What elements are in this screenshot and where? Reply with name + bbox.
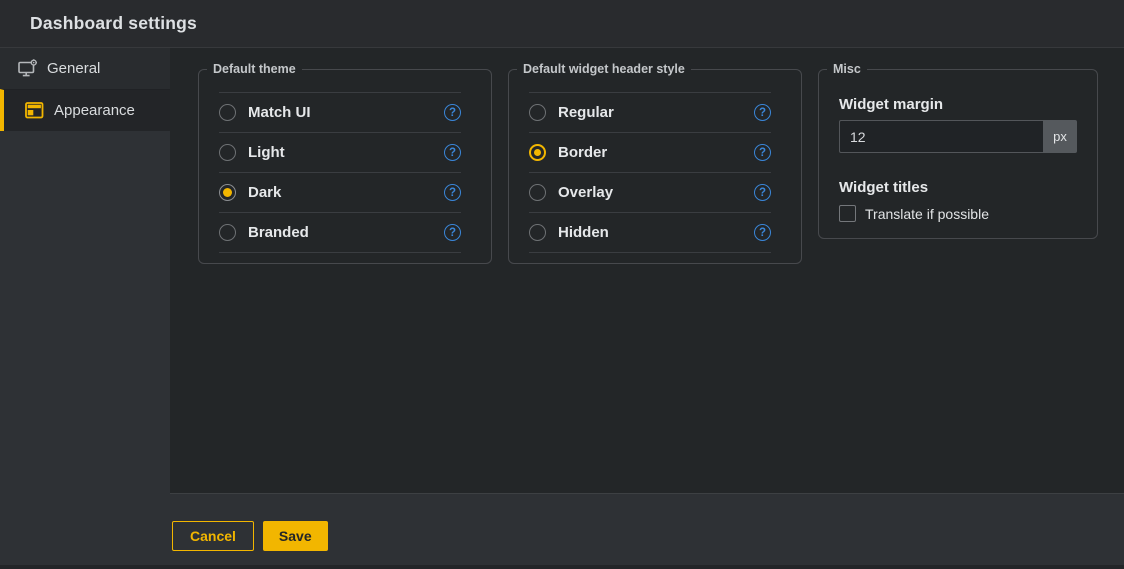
- sidebar-item-general[interactable]: General: [0, 48, 170, 89]
- dialog-title: Dashboard settings: [30, 13, 197, 33]
- translate-checkbox-label: Translate if possible: [865, 205, 989, 222]
- monitor-settings-icon: [17, 59, 38, 78]
- unit-suffix: px: [1043, 120, 1077, 153]
- radio-label: Hidden: [558, 224, 609, 241]
- cancel-button[interactable]: Cancel: [172, 521, 254, 551]
- radio-group-header-style: Regular Border Overlay: [529, 92, 771, 253]
- misc-fieldset: Misc Widget margin px Widget titles Tran…: [818, 62, 1098, 239]
- sidebar-item-appearance[interactable]: Appearance: [0, 89, 170, 131]
- dialog-header: Dashboard settings: [0, 0, 1124, 48]
- sidebar-menu: General Appearance: [0, 48, 170, 131]
- help-icon[interactable]: [754, 144, 771, 161]
- radio-icon[interactable]: [529, 104, 546, 121]
- fieldset-legend: Default theme: [213, 62, 296, 76]
- widget-margin-input[interactable]: [839, 120, 1043, 153]
- fieldset-legend: Misc: [833, 62, 861, 76]
- help-icon[interactable]: [444, 224, 461, 241]
- sidebar: General Appearance: [0, 48, 170, 569]
- appearance-layout-icon: [24, 102, 45, 119]
- save-button[interactable]: Save: [262, 521, 328, 551]
- radio-icon[interactable]: [219, 144, 236, 161]
- radio-option-match-ui[interactable]: Match UI: [219, 93, 461, 133]
- sidebar-item-label: General: [47, 60, 101, 77]
- radio-label: Dark: [248, 184, 282, 201]
- radio-label: Overlay: [558, 184, 614, 201]
- radio-icon[interactable]: [529, 224, 546, 241]
- help-icon[interactable]: [444, 104, 461, 121]
- widget-margin-label: Widget margin: [839, 96, 944, 113]
- help-icon[interactable]: [444, 184, 461, 201]
- dashboard-settings-dialog: Dashboard settings General Appearance De…: [0, 0, 1124, 569]
- radio-label: Light: [248, 144, 285, 161]
- radio-label: Branded: [248, 224, 309, 241]
- radio-icon[interactable]: [219, 224, 236, 241]
- help-icon[interactable]: [754, 224, 771, 241]
- radio-option-dark[interactable]: Dark: [219, 173, 461, 213]
- radio-option-regular[interactable]: Regular: [529, 93, 771, 133]
- radio-option-branded[interactable]: Branded: [219, 213, 461, 253]
- help-icon[interactable]: [444, 144, 461, 161]
- sidebar-item-label: Appearance: [54, 102, 135, 119]
- help-icon[interactable]: [754, 184, 771, 201]
- radio-option-hidden[interactable]: Hidden: [529, 213, 771, 253]
- help-icon[interactable]: [754, 104, 771, 121]
- widget-titles-label: Widget titles: [839, 179, 929, 196]
- radio-option-border[interactable]: Border: [529, 133, 771, 173]
- radio-label: Match UI: [248, 104, 311, 121]
- dialog-body: General Appearance Default theme Match U…: [0, 48, 1124, 569]
- radio-label: Border: [558, 144, 608, 161]
- translate-checkbox[interactable]: [839, 205, 856, 222]
- radio-group-default-theme: Match UI Light Dark: [219, 92, 461, 253]
- radio-label: Regular: [558, 104, 614, 121]
- radio-icon-selected[interactable]: [219, 184, 236, 201]
- settings-content: Default theme Match UI Light Dark: [170, 48, 1124, 493]
- widget-margin-input-group: px: [839, 120, 1077, 153]
- window-bottom-edge: [0, 565, 1124, 569]
- fieldset-legend: Default widget header style: [523, 62, 685, 76]
- radio-icon[interactable]: [529, 184, 546, 201]
- radio-icon[interactable]: [219, 104, 236, 121]
- translate-checkbox-row[interactable]: Translate if possible: [839, 205, 1077, 222]
- radio-icon-selected[interactable]: [529, 144, 546, 161]
- radio-option-overlay[interactable]: Overlay: [529, 173, 771, 213]
- widget-header-style-fieldset: Default widget header style Regular Bord…: [508, 62, 802, 264]
- radio-option-light[interactable]: Light: [219, 133, 461, 173]
- default-theme-fieldset: Default theme Match UI Light Dark: [198, 62, 492, 264]
- dialog-footer: Cancel Save: [170, 494, 1124, 565]
